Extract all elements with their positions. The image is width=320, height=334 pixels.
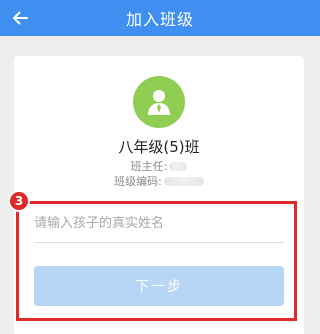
- class-name: 八年级(5)班: [118, 138, 200, 156]
- class-avatar: [133, 76, 185, 128]
- top-bar: 加入班级: [0, 0, 320, 36]
- person-avatar-icon: [148, 90, 170, 115]
- input-underline: [34, 242, 284, 243]
- class-code-redacted: [163, 176, 204, 186]
- arrow-left-icon: [13, 11, 28, 25]
- class-code-row: 班级编码:: [14, 173, 304, 189]
- teacher-label: 班主任:: [130, 160, 168, 173]
- next-step-button[interactable]: 下一步: [34, 266, 284, 306]
- step-badge: 3: [8, 190, 30, 212]
- join-class-screen: 加入班级 八年级(5)班 班主任: 班级编码: 3 下一步: [0, 0, 320, 334]
- back-button[interactable]: [6, 4, 34, 32]
- page-title: 加入班级: [125, 10, 194, 29]
- child-name-input[interactable]: [34, 210, 284, 236]
- class-code-label: 班级编码:: [114, 175, 162, 188]
- teacher-row: 班主任:: [14, 158, 304, 174]
- teacher-name-redacted: [169, 161, 188, 171]
